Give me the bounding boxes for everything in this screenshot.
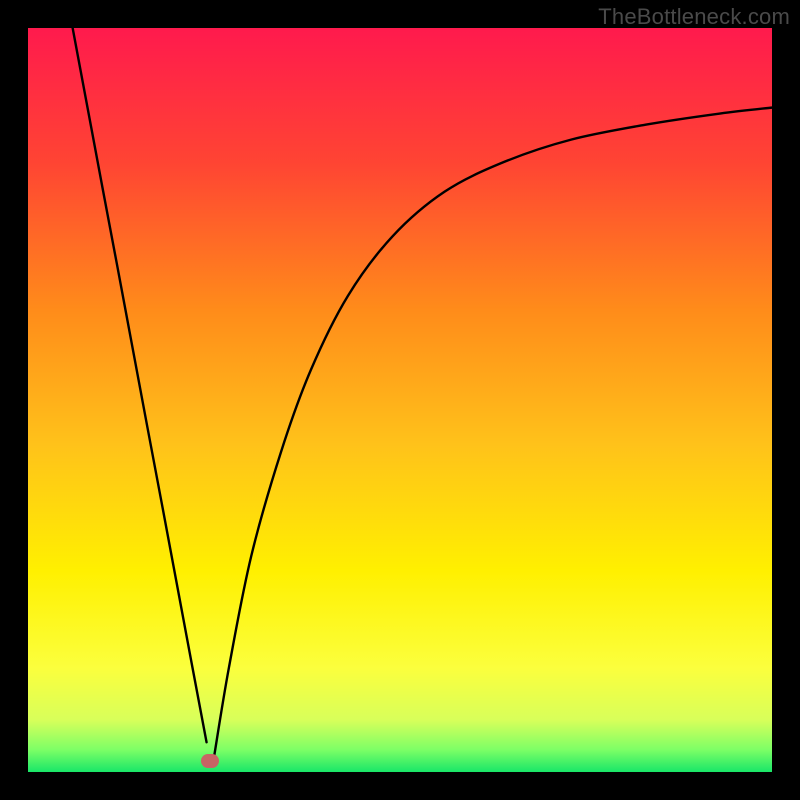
curve-right-branch — [214, 108, 772, 758]
site-watermark: TheBottleneck.com — [598, 4, 790, 30]
curve-layer — [28, 28, 772, 772]
plot-area — [28, 28, 772, 772]
curve-left-branch — [73, 28, 207, 742]
chart-stage: TheBottleneck.com — [0, 0, 800, 800]
minimum-marker — [201, 754, 219, 767]
